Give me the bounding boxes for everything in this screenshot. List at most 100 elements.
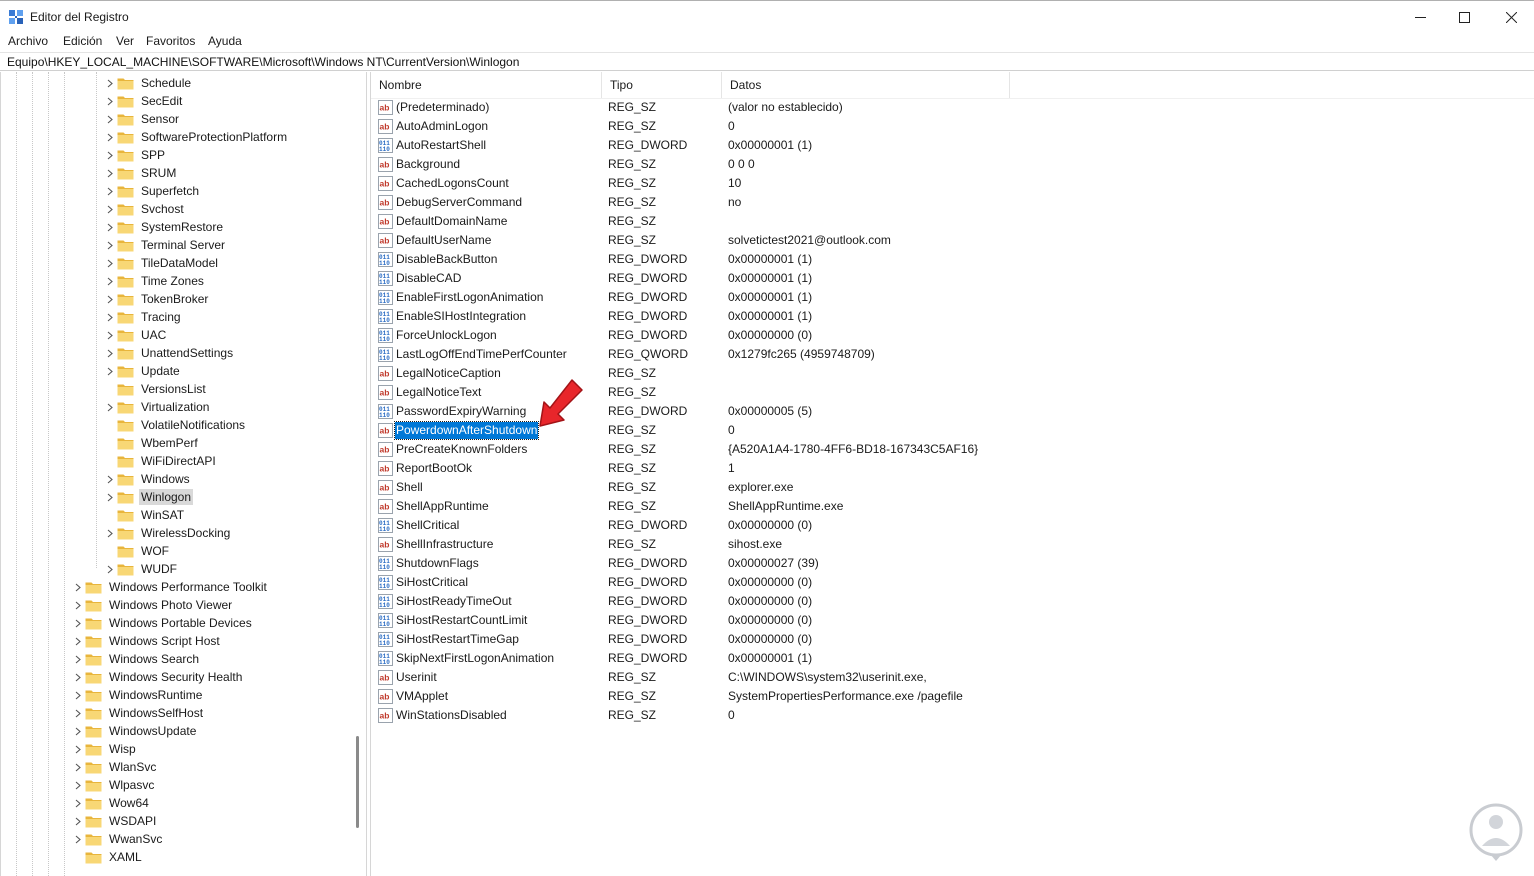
value-row[interactable]: ab DebugServerCommand REG_SZ no bbox=[371, 193, 1534, 212]
value-name[interactable]: VMApplet bbox=[395, 688, 449, 705]
value-name[interactable]: DefaultDomainName bbox=[395, 213, 508, 230]
value-row[interactable]: ab Background REG_SZ 0 0 0 bbox=[371, 155, 1534, 174]
tree-item[interactable]: Svchost bbox=[106, 200, 186, 218]
value-name[interactable]: PowerdownAfterShutdown bbox=[393, 421, 540, 440]
chevron-right-icon[interactable] bbox=[74, 758, 82, 776]
chevron-right-icon[interactable] bbox=[106, 560, 114, 578]
tree-item-label[interactable]: Winlogon bbox=[139, 489, 194, 505]
tree-item[interactable]: Wisp bbox=[74, 740, 138, 758]
tree-item-label[interactable]: Windows Script Host bbox=[107, 633, 222, 649]
minimize-button[interactable] bbox=[1397, 1, 1443, 33]
chevron-right-icon[interactable] bbox=[74, 812, 82, 830]
chevron-right-icon[interactable] bbox=[106, 200, 114, 218]
value-name[interactable]: DisableBackButton bbox=[395, 251, 498, 268]
value-name[interactable]: ShutdownFlags bbox=[395, 555, 480, 572]
value-row[interactable]: 011 110 EnableFirstLogonAnimation REG_DWORD… bbox=[371, 288, 1534, 307]
chevron-right-icon[interactable] bbox=[106, 344, 114, 362]
tree-item-label[interactable]: Windows Search bbox=[107, 651, 201, 667]
menu-ver[interactable]: Ver bbox=[116, 34, 134, 48]
chevron-right-icon[interactable] bbox=[106, 290, 114, 308]
tree-item[interactable]: Windows Search bbox=[74, 650, 201, 668]
tree-item-label[interactable]: Windows Portable Devices bbox=[107, 615, 254, 631]
value-row[interactable]: ab ShellAppRuntime REG_SZ ShellAppRuntime.e… bbox=[371, 497, 1534, 516]
value-row[interactable]: 011 110 AutoRestartShell REG_DWORD 0x0000000… bbox=[371, 136, 1534, 155]
tree-item[interactable]: TokenBroker bbox=[106, 290, 210, 308]
tree-item[interactable]: WlanSvc bbox=[74, 758, 158, 776]
value-name[interactable]: Userinit bbox=[395, 669, 438, 686]
value-row[interactable]: ab WinStationsDisabled REG_SZ 0 bbox=[371, 706, 1534, 725]
maximize-button[interactable] bbox=[1441, 1, 1487, 33]
chevron-right-icon[interactable] bbox=[106, 164, 114, 182]
value-name[interactable]: ShellAppRuntime bbox=[395, 498, 490, 515]
value-name[interactable]: DebugServerCommand bbox=[395, 194, 523, 211]
tree-item-label[interactable]: WindowsRuntime bbox=[107, 687, 204, 703]
chevron-right-icon[interactable] bbox=[106, 254, 114, 272]
values-list-pane[interactable]: Nombre Tipo Datos ab (Predeterminado) REG_… bbox=[370, 72, 1534, 876]
tree-item[interactable]: VolatileNotifications bbox=[106, 416, 247, 434]
value-row[interactable]: ab Shell REG_SZ explorer.exe bbox=[371, 478, 1534, 497]
value-name[interactable]: (Predeterminado) bbox=[395, 99, 490, 116]
chevron-right-icon[interactable] bbox=[74, 650, 82, 668]
chevron-right-icon[interactable] bbox=[106, 128, 114, 146]
menu-favoritos[interactable]: Favoritos bbox=[146, 34, 195, 48]
value-row[interactable]: 011 110 DisableBackButton REG_DWORD 0x000000… bbox=[371, 250, 1534, 269]
tree-item[interactable]: Windows Security Health bbox=[74, 668, 244, 686]
tree-item-label[interactable]: WindowsSelfHost bbox=[107, 705, 205, 721]
value-name[interactable]: EnableSIHostIntegration bbox=[395, 308, 527, 325]
chevron-right-icon[interactable] bbox=[106, 182, 114, 200]
chevron-right-icon[interactable] bbox=[106, 74, 114, 92]
address-bar[interactable]: Equipo\HKEY_LOCAL_MACHINE\SOFTWARE\Micro… bbox=[0, 52, 1534, 71]
tree-item-label[interactable]: SRUM bbox=[139, 165, 178, 181]
tree-item-label[interactable]: WirelessDocking bbox=[139, 525, 232, 541]
value-row[interactable]: 011 110 ShellCritical REG_DWORD 0x00000000 (… bbox=[371, 516, 1534, 535]
value-row[interactable]: ab ReportBootOk REG_SZ 1 bbox=[371, 459, 1534, 478]
close-button[interactable] bbox=[1488, 1, 1534, 33]
chevron-right-icon[interactable] bbox=[74, 686, 82, 704]
column-header-tipo[interactable]: Tipo bbox=[602, 72, 722, 98]
menu-archivo[interactable]: Archivo bbox=[8, 34, 48, 48]
chevron-right-icon[interactable] bbox=[74, 596, 82, 614]
key-tree-pane[interactable]: Schedule SecEdit Sensor SoftwareProtectionP… bbox=[0, 72, 367, 876]
tree-item[interactable]: UAC bbox=[106, 326, 168, 344]
chevron-right-icon[interactable] bbox=[106, 92, 114, 110]
tree-item[interactable]: Schedule bbox=[106, 74, 193, 92]
tree-item[interactable]: WbemPerf bbox=[106, 434, 200, 452]
tree-item-label[interactable]: Time Zones bbox=[139, 273, 206, 289]
chevron-right-icon[interactable] bbox=[74, 740, 82, 758]
chevron-right-icon[interactable] bbox=[106, 398, 114, 416]
chevron-right-icon[interactable] bbox=[74, 614, 82, 632]
tree-item[interactable]: Update bbox=[106, 362, 182, 380]
tree-item-label[interactable]: Tracing bbox=[139, 309, 183, 325]
chevron-right-icon[interactable] bbox=[106, 218, 114, 236]
tree-item[interactable]: SystemRestore bbox=[106, 218, 225, 236]
column-header-datos[interactable]: Datos bbox=[722, 72, 1010, 98]
value-row[interactable]: 011 110 SiHostReadyTimeOut REG_DWORD 0x00000… bbox=[371, 592, 1534, 611]
value-row[interactable]: 011 110 SiHostRestartTimeGap REG_DWORD 0x000… bbox=[371, 630, 1534, 649]
chevron-right-icon[interactable] bbox=[106, 362, 114, 380]
column-header-nombre[interactable]: Nombre bbox=[371, 72, 602, 98]
value-name[interactable]: LegalNoticeText bbox=[395, 384, 482, 401]
tree-item-label[interactable]: WwanSvc bbox=[107, 831, 164, 847]
tree-item[interactable]: WOF bbox=[106, 542, 171, 560]
value-name[interactable]: LegalNoticeCaption bbox=[395, 365, 502, 382]
tree-item[interactable]: Windows Performance Toolkit bbox=[74, 578, 269, 596]
value-name[interactable]: DefaultUserName bbox=[395, 232, 492, 249]
value-row[interactable]: 011 110 EnableSIHostIntegration REG_DWORD 0x… bbox=[371, 307, 1534, 326]
value-name[interactable]: EnableFirstLogonAnimation bbox=[395, 289, 544, 306]
chevron-right-icon[interactable] bbox=[106, 110, 114, 128]
value-row[interactable]: ab CachedLogonsCount REG_SZ 10 bbox=[371, 174, 1534, 193]
tree-item-label[interactable]: Virtualization bbox=[139, 399, 211, 415]
value-name[interactable]: DisableCAD bbox=[395, 270, 462, 287]
tree-item-label[interactable]: Wow64 bbox=[107, 795, 151, 811]
value-name[interactable]: ForceUnlockLogon bbox=[395, 327, 498, 344]
tree-item-label[interactable]: Sensor bbox=[139, 111, 181, 127]
value-row[interactable]: ab (Predeterminado) REG_SZ (valor no establ… bbox=[371, 98, 1534, 117]
tree-item-label[interactable]: Wisp bbox=[107, 741, 138, 757]
value-row[interactable]: ab PreCreateKnownFolders REG_SZ {A520A1A4-1… bbox=[371, 440, 1534, 459]
tree-item-label[interactable]: WUDF bbox=[139, 561, 179, 577]
tree-item-label[interactable]: SPP bbox=[139, 147, 167, 163]
tree-item-label[interactable]: Svchost bbox=[139, 201, 186, 217]
value-row[interactable]: 011 110 SiHostRestartCountLimit REG_DWORD 0x… bbox=[371, 611, 1534, 630]
value-name[interactable]: PreCreateKnownFolders bbox=[395, 441, 528, 458]
tree-item-label[interactable]: Update bbox=[139, 363, 182, 379]
